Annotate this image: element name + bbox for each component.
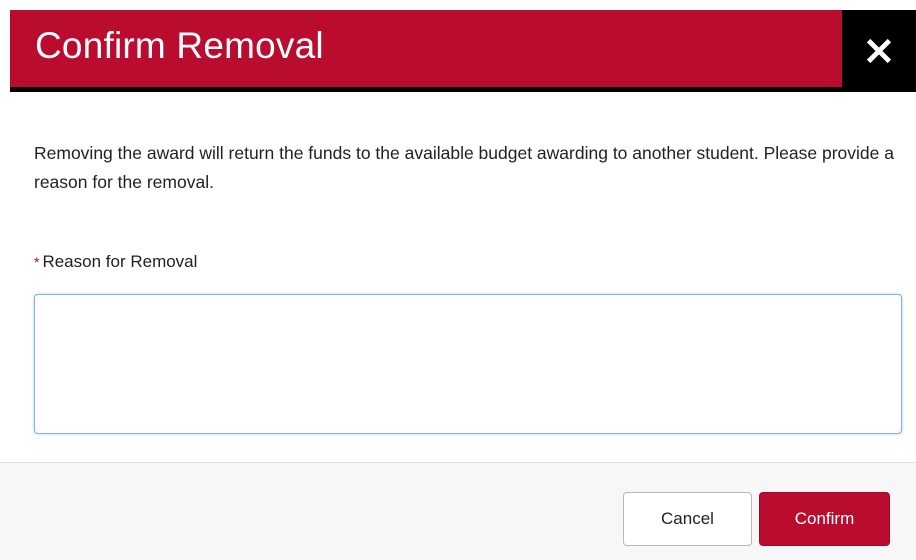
dialog-header: Confirm Removal bbox=[10, 10, 916, 87]
close-button[interactable] bbox=[842, 10, 916, 92]
close-icon bbox=[866, 38, 892, 64]
dialog-footer: Cancel Confirm bbox=[0, 463, 916, 560]
reason-for-removal-input[interactable] bbox=[34, 294, 902, 434]
dialog-title: Confirm Removal bbox=[35, 25, 324, 66]
dialog-message: Removing the award will return the funds… bbox=[34, 143, 894, 192]
header-bottom-border bbox=[10, 87, 916, 92]
confirm-button[interactable]: Confirm bbox=[759, 492, 890, 546]
required-marker: * bbox=[34, 254, 40, 270]
reason-label-text: Reason for Removal bbox=[42, 252, 198, 271]
reason-field-label: * Reason for Removal bbox=[34, 250, 197, 274]
confirm-removal-dialog: Confirm Removal Removing the award will … bbox=[0, 0, 916, 560]
cancel-button[interactable]: Cancel bbox=[623, 492, 752, 546]
